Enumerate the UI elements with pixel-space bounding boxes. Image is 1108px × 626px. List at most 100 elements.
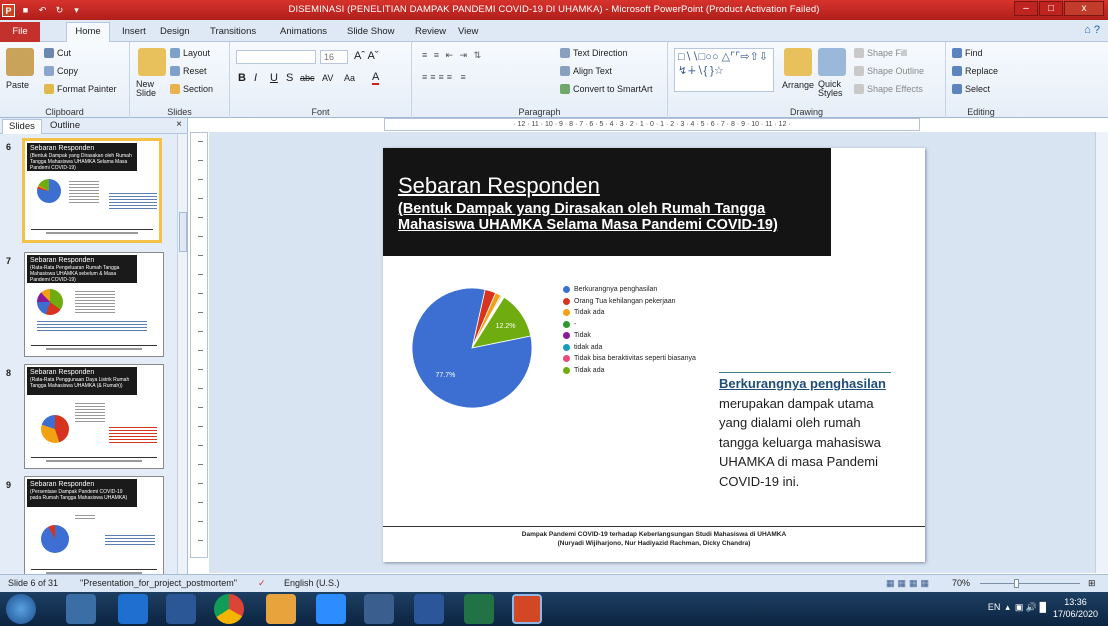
tab-transitions[interactable]: Transitions [210, 24, 256, 42]
fit-slide-icon[interactable]: ⊞ [1088, 575, 1096, 592]
slide-thumbnail-6[interactable]: Sebaran Responden (Bentuk Dampak yang Dir… [22, 138, 162, 243]
powerpoint-taskbar-icon[interactable] [512, 594, 542, 624]
arrange-button[interactable]: Arrange [782, 80, 814, 90]
paste-icon[interactable] [6, 48, 34, 76]
quick-styles-icon[interactable] [818, 48, 846, 76]
legend-label: Tidak [574, 332, 591, 340]
tab-review[interactable]: Review [415, 24, 446, 42]
start-button-icon[interactable] [6, 594, 36, 624]
select-button[interactable]: Select [952, 84, 990, 94]
bold-button[interactable]: B [238, 72, 246, 84]
slide-thumbnail-8[interactable]: Sebaran Responden (Rata-Rata Penggunaan D… [24, 364, 164, 469]
ruler-tick [198, 255, 203, 256]
help-icon[interactable]: ⌂ ? [1084, 24, 1100, 36]
copy-button[interactable]: Copy [44, 66, 78, 76]
strikethrough-button[interactable]: abc [300, 73, 315, 83]
change-case-button[interactable]: Aa [344, 73, 355, 83]
arrange-icon[interactable] [784, 48, 812, 76]
tab-insert[interactable]: Insert [122, 24, 146, 42]
section-button[interactable]: Section [170, 84, 213, 94]
tab-animations[interactable]: Animations [280, 24, 327, 42]
layout-button[interactable]: Layout [170, 48, 210, 58]
font-name-box[interactable] [236, 50, 316, 64]
tab-slide-show[interactable]: Slide Show [347, 24, 395, 42]
app-icon[interactable] [364, 594, 394, 624]
format-painter-button[interactable]: Format Painter [44, 84, 117, 94]
maximize-button[interactable]: □ [1039, 1, 1063, 16]
replace-button[interactable]: Replace [952, 66, 998, 76]
reset-button[interactable]: Reset [170, 66, 207, 76]
align-text-button[interactable]: Align Text [560, 66, 612, 76]
spellcheck-icon[interactable]: ✓ [258, 575, 266, 592]
input-language[interactable]: EN [988, 602, 1001, 612]
thumb-number: 9 [6, 480, 12, 490]
tab-design[interactable]: Design [160, 24, 190, 42]
paste-button[interactable]: Paste [6, 80, 29, 90]
excel-icon[interactable] [464, 594, 494, 624]
slide-footer: Dampak Pandemi COVID-19 terhadap Keberla… [383, 526, 925, 547]
slides-label: Slides [167, 107, 192, 117]
italic-button[interactable]: I [254, 72, 257, 84]
vertical-ruler [190, 132, 208, 558]
pie-chart[interactable]: 12.2% 77.7% [407, 283, 537, 413]
find-button[interactable]: Find [952, 48, 983, 58]
pictures-icon[interactable] [266, 594, 296, 624]
ruler-tick [198, 483, 203, 484]
internet-explorer-icon[interactable] [118, 594, 148, 624]
char-spacing-button[interactable]: AV [322, 73, 333, 83]
media-player-icon[interactable] [166, 594, 196, 624]
text-direction-button[interactable]: Text Direction [560, 48, 628, 58]
zoom-level[interactable]: 70% [952, 575, 970, 592]
shapes-gallery[interactable]: □∖∖□○○ △⌜⌜⇨⇧⇩ ↯∔∖{ }☆ [674, 48, 774, 92]
minimize-button[interactable]: – [1014, 1, 1038, 16]
panel-close-icon[interactable]: × [176, 119, 182, 130]
new-slide-icon[interactable] [138, 48, 166, 76]
view-buttons[interactable]: ▦▦▦▦ [886, 575, 932, 592]
legend-label: Orang Tua kehilangan pekerjaan [574, 297, 676, 305]
layout-icon [170, 48, 180, 58]
language-indicator[interactable]: English (U.S.) [284, 575, 340, 592]
shadow-button[interactable]: S [286, 72, 293, 84]
shape-outline-button[interactable]: Shape Outline [854, 66, 924, 76]
tab-slides-panel[interactable]: Slides [2, 119, 42, 134]
zoom-slider[interactable] [980, 583, 1080, 584]
bullets-icon[interactable]: ≡ ≡ ⇤ ⇥ ⇅ [422, 50, 483, 61]
ribbon: Paste Cut Copy Format Painter Clipboard … [0, 42, 1108, 118]
system-tray[interactable]: EN ▴ ▣ 🔊 █ [988, 602, 1046, 613]
cut-button[interactable]: Cut [44, 48, 71, 58]
font-color-button[interactable]: A [372, 71, 380, 85]
underline-button[interactable]: U [270, 72, 278, 84]
theme-name[interactable]: "Presentation_for_project_postmortem" [80, 575, 237, 592]
chrome-icon[interactable] [214, 594, 244, 624]
file-explorer-icon[interactable] [66, 594, 96, 624]
zoom-slider-thumb[interactable] [1014, 579, 1019, 588]
close-button[interactable]: x [1064, 1, 1104, 16]
panel-scroll-thumb[interactable] [179, 212, 187, 252]
panel-scrollbar[interactable] [177, 134, 187, 574]
tab-file[interactable]: File [0, 22, 40, 42]
zoom-app-icon[interactable] [316, 594, 346, 624]
cursor-icon [952, 84, 962, 94]
clock-time: 13:36 [1064, 597, 1087, 607]
slide-subtitle[interactable]: (Bentuk Dampak yang Dirasakan oleh Rumah… [398, 201, 828, 233]
word-icon[interactable] [414, 594, 444, 624]
slide-title[interactable]: Sebaran Responden [398, 173, 600, 199]
slide-thumbnail-7[interactable]: Sebaran Responden (Rata-Rata Pengeluaran … [24, 252, 164, 357]
grow-font-icon[interactable]: Aˆ Aˇ [354, 50, 378, 62]
tab-home[interactable]: Home [66, 22, 110, 43]
tab-view[interactable]: View [458, 24, 478, 42]
new-slide-button[interactable]: New Slide [136, 80, 170, 98]
quick-styles-button[interactable]: Quick Styles [818, 80, 848, 98]
shape-effects-button[interactable]: Shape Effects [854, 84, 923, 94]
shape-fill-button[interactable]: Shape Fill [854, 48, 907, 58]
slide-canvas[interactable]: Sebaran Responden (Bentuk Dampak yang Di… [383, 148, 925, 562]
clock[interactable]: 13:36 17/06/2020 [1053, 596, 1098, 620]
tab-outline-panel[interactable]: Outline [44, 119, 86, 134]
vertical-scrollbar[interactable] [1095, 132, 1108, 573]
slide-thumbnail-9[interactable]: Sebaran Responden (Persentase Dampak Pand… [24, 476, 164, 581]
align-icon[interactable]: ≡≡≡≡ ≡ [422, 72, 469, 82]
smartart-button[interactable]: Convert to SmartArt [560, 84, 653, 94]
font-size-box[interactable]: 16 [320, 50, 348, 64]
slide-note-text[interactable]: Berkurangnya penghasilan merupakan dampa… [719, 372, 899, 491]
note-divider [719, 372, 891, 373]
